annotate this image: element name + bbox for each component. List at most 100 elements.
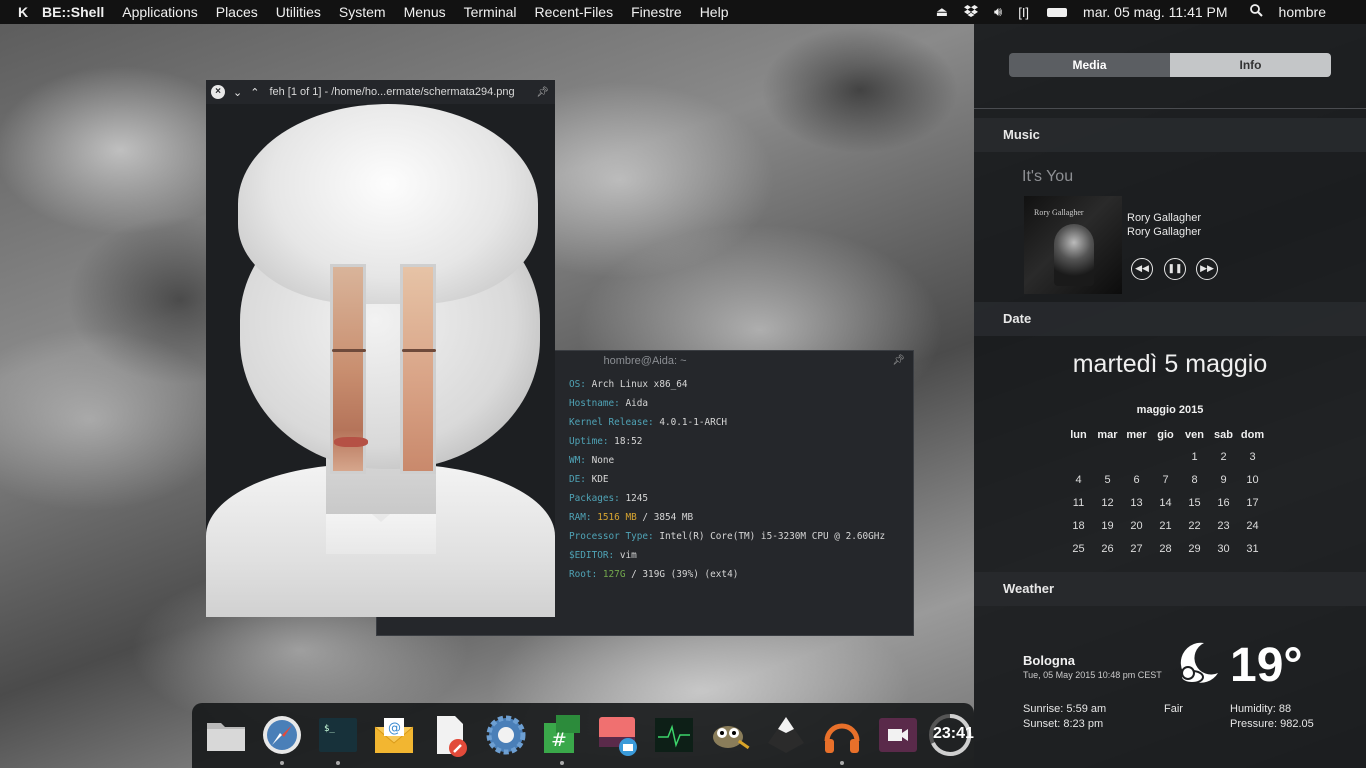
eject-icon[interactable]: ⏏ [928, 4, 956, 20]
calendar-day[interactable]: 13 [1122, 491, 1151, 514]
calendar-day[interactable]: 7 [1151, 468, 1180, 491]
hashtag-chat-icon[interactable]: # [540, 713, 584, 757]
calendar-day[interactable]: 25 [1064, 537, 1093, 560]
calendar-day[interactable]: 10 [1238, 468, 1267, 491]
terminal-title: hombre@Aida: ~ [603, 355, 687, 367]
calendar-day[interactable]: 15 [1180, 491, 1209, 514]
mail-icon[interactable]: @ [372, 713, 416, 757]
calendar-day[interactable]: 17 [1238, 491, 1267, 514]
calendar-day[interactable] [1122, 445, 1151, 468]
video-camera-icon[interactable] [876, 713, 920, 757]
menu-finestre[interactable]: Finestre [622, 4, 691, 20]
next-track-button[interactable]: ▶▶ [1196, 258, 1218, 280]
calendar-day[interactable] [1093, 445, 1122, 468]
previous-track-button[interactable]: ◀◀ [1131, 258, 1153, 280]
terminal-icon[interactable]: $_ [316, 713, 360, 757]
info-value: 1516 MB [597, 512, 637, 523]
battery-icon[interactable] [1047, 7, 1068, 17]
calendar-day[interactable]: 5 [1093, 468, 1122, 491]
calendar-day[interactable]: 2 [1209, 445, 1238, 468]
calendar-day[interactable]: 14 [1151, 491, 1180, 514]
weekday-header: lun [1070, 428, 1087, 441]
calendar-day[interactable]: 9 [1209, 468, 1238, 491]
calendar-day[interactable]: 4 [1064, 468, 1093, 491]
calendar-day[interactable]: 20 [1122, 514, 1151, 537]
terminal-line: Hostname: Aida [569, 394, 913, 413]
menu-menus[interactable]: Menus [395, 4, 455, 20]
calendar-day[interactable]: 21 [1151, 514, 1180, 537]
settings-gear-icon[interactable] [484, 713, 528, 757]
keyboard-layout-icon[interactable]: [I] [1010, 5, 1037, 20]
menu-system[interactable]: System [330, 4, 395, 20]
calendar-day[interactable]: 1 [1180, 445, 1209, 468]
calendar-day[interactable]: 16 [1209, 491, 1238, 514]
menu-recent-files[interactable]: Recent-Files [526, 4, 623, 20]
feh-titlebar[interactable]: × ⌄ ⌃ feh [1 of 1] - /home/ho...ermate/s… [206, 80, 555, 104]
album-cover: Rory Gallagher [1024, 196, 1122, 294]
terminal-line: OS: Arch Linux x86_64 [569, 375, 913, 394]
calendar-day[interactable]: 8 [1180, 468, 1209, 491]
text-editor-icon[interactable] [428, 713, 472, 757]
weather-temperature: 19° [1230, 639, 1303, 692]
feh-window[interactable]: × ⌄ ⌃ feh [1 of 1] - /home/ho...ermate/s… [206, 80, 555, 617]
pin-icon[interactable]: 📌︎ [892, 351, 905, 371]
menu-applications[interactable]: Applications [113, 4, 207, 20]
menu-help[interactable]: Help [691, 4, 738, 20]
calendar-day[interactable]: 29 [1180, 537, 1209, 560]
svg-text:$_: $_ [324, 724, 335, 734]
user-menu[interactable]: hombre [1271, 4, 1366, 20]
track-album: Rory Gallagher [1127, 226, 1201, 238]
info-value: 18:52 [614, 436, 643, 447]
dropbox-icon[interactable] [956, 4, 986, 20]
panel-clock[interactable]: mar. 05 mag. 11:41 PM [1077, 4, 1241, 20]
calendar-day[interactable]: 6 [1122, 468, 1151, 491]
menu-places[interactable]: Places [207, 4, 267, 20]
chevron-down-icon[interactable]: ⌄ [233, 86, 242, 99]
gimp-icon[interactable] [708, 713, 752, 757]
menu-terminal[interactable]: Terminal [455, 4, 526, 20]
calendar-day[interactable] [1151, 445, 1180, 468]
calendar-day[interactable]: 18 [1064, 514, 1093, 537]
calendar-day[interactable]: 23 [1209, 514, 1238, 537]
calendar-day[interactable]: 31 [1238, 537, 1267, 560]
calendar-day[interactable]: 27 [1122, 537, 1151, 560]
screenshot-icon[interactable] [596, 713, 640, 757]
calendar-day[interactable]: 28 [1151, 537, 1180, 560]
tab-info[interactable]: Info [1170, 53, 1331, 77]
close-icon[interactable]: × [211, 85, 225, 99]
calendar-day[interactable] [1064, 445, 1093, 468]
pin-icon[interactable]: 📌︎ [536, 87, 549, 98]
headphones-icon[interactable] [820, 713, 864, 757]
search-icon[interactable] [1242, 4, 1271, 20]
calendar-day[interactable]: 3 [1238, 445, 1267, 468]
safari-icon[interactable] [260, 713, 304, 757]
calendar-day[interactable]: 26 [1093, 537, 1122, 560]
info-key: WM: [569, 455, 586, 466]
menu-beshell[interactable]: BE::Shell [36, 4, 113, 20]
weekday-header: gio [1157, 428, 1174, 441]
weekday-header: mer [1126, 428, 1147, 441]
calendar-day[interactable]: 12 [1093, 491, 1122, 514]
calendar-month: maggio 2015 [1136, 404, 1204, 416]
calendar-day[interactable]: 19 [1093, 514, 1122, 537]
photo-lips [334, 437, 368, 447]
inkscape-icon[interactable] [764, 713, 808, 757]
chevron-up-icon[interactable]: ⌃ [250, 86, 259, 99]
calendar-day[interactable]: 22 [1180, 514, 1209, 537]
menu-utilities[interactable]: Utilities [267, 4, 330, 20]
kde-logo-icon[interactable]: K [10, 4, 36, 20]
tab-media[interactable]: Media [1009, 53, 1170, 77]
info-value: KDE [591, 474, 609, 485]
folder-icon[interactable] [204, 713, 248, 757]
calendar-day[interactable]: 30 [1209, 537, 1238, 560]
terminal-line: WM: None [569, 451, 913, 470]
track-title: It's You [1022, 168, 1074, 185]
calendar-day[interactable]: 24 [1238, 514, 1267, 537]
info-key: Kernel Release: [569, 417, 654, 428]
pause-button[interactable]: ❚❚ [1164, 258, 1186, 280]
system-monitor-icon[interactable] [652, 713, 696, 757]
terminal-line: RAM: 1516 MB / 3854 MB [569, 508, 913, 527]
running-indicator [840, 761, 844, 765]
volume-icon[interactable]: 🔊︎ [986, 4, 1010, 20]
calendar-day[interactable]: 11 [1064, 491, 1093, 514]
